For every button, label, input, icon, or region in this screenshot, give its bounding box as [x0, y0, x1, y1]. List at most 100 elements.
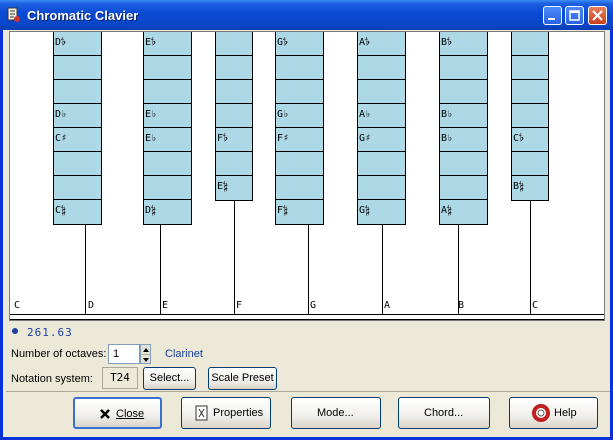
key-cell[interactable]: D𝄳	[54, 32, 101, 56]
key-cell[interactable]: G𝄳	[276, 32, 323, 56]
key-cell[interactable]: C♯	[54, 128, 101, 152]
key-cell[interactable]: D♭	[54, 104, 101, 128]
key-cell[interactable]	[54, 56, 101, 80]
key-cell[interactable]: B𝄲	[512, 176, 548, 200]
key-cell[interactable]: A𝄳	[358, 32, 405, 56]
key-cell[interactable]	[144, 152, 191, 176]
key-cell[interactable]: D𝄲	[144, 200, 191, 224]
key-cell[interactable]	[216, 56, 252, 80]
spin-down-button[interactable]	[141, 355, 150, 364]
white-key-label[interactable]: B	[458, 300, 464, 311]
maximize-button[interactable]	[565, 6, 584, 25]
key-cell[interactable]	[276, 176, 323, 200]
key-cell[interactable]: A𝄲	[440, 200, 487, 224]
key-label: A𝄲	[441, 205, 452, 216]
key-cell[interactable]: F♯	[276, 128, 323, 152]
octaves-spinner[interactable]	[140, 344, 151, 364]
help-button[interactable]: Help	[509, 397, 598, 429]
select-button[interactable]: Select...	[143, 367, 196, 390]
key-cell[interactable]	[512, 80, 548, 104]
key-cell[interactable]	[144, 176, 191, 200]
key-cell[interactable]	[440, 56, 487, 80]
maximize-icon	[569, 10, 580, 21]
key-label: B♭	[441, 133, 454, 144]
key-cell[interactable]	[440, 152, 487, 176]
key-cell[interactable]: F𝄳	[216, 128, 252, 152]
white-key-label[interactable]: F	[236, 300, 242, 311]
spin-up-button[interactable]	[141, 345, 150, 355]
key-column-f[interactable]: F𝄳 E𝄲	[215, 32, 253, 201]
key-cell[interactable]	[276, 56, 323, 80]
key-cell[interactable]	[144, 80, 191, 104]
key-cell[interactable]: G♭	[276, 104, 323, 128]
white-key-label[interactable]: D	[88, 300, 94, 311]
properties-button[interactable]: Properties	[181, 397, 271, 429]
white-key-label[interactable]: E	[162, 300, 168, 311]
key-column-g[interactable]: G𝄳 G♭ F♯ F𝄲	[275, 32, 324, 225]
close-window-button[interactable]	[588, 6, 607, 25]
key-divider-line	[85, 224, 86, 314]
minimize-button[interactable]	[543, 6, 562, 25]
key-cell[interactable]: B♭	[440, 104, 487, 128]
key-column-c2[interactable]: C𝄳 B𝄲	[511, 32, 549, 201]
close-button[interactable]: Close	[73, 397, 162, 429]
key-cell[interactable]	[216, 80, 252, 104]
key-label: B♭	[441, 109, 454, 120]
key-cell[interactable]	[276, 152, 323, 176]
key-cell[interactable]	[512, 56, 548, 80]
key-cell[interactable]	[358, 176, 405, 200]
key-cell[interactable]: B𝄳	[440, 32, 487, 56]
key-cell[interactable]	[440, 80, 487, 104]
key-cell[interactable]: E𝄲	[216, 176, 252, 200]
octaves-input[interactable]	[108, 344, 140, 364]
key-cell[interactable]: C𝄳	[512, 128, 548, 152]
key-cell[interactable]: A♭	[358, 104, 405, 128]
title-bar[interactable]: Chromatic Clavier	[0, 0, 613, 30]
key-cell[interactable]	[216, 152, 252, 176]
key-cell[interactable]: C𝄲	[54, 200, 101, 224]
chord-button[interactable]: Chord...	[398, 397, 490, 429]
key-cell[interactable]	[512, 32, 548, 56]
key-cell[interactable]	[54, 176, 101, 200]
key-label: B𝄲	[513, 181, 524, 192]
key-cell[interactable]	[440, 176, 487, 200]
white-key-label[interactable]: C	[532, 300, 538, 311]
key-cell[interactable]	[54, 152, 101, 176]
key-label: E𝄲	[217, 181, 228, 192]
key-label: F♯	[277, 133, 290, 144]
key-divider-line	[382, 224, 383, 314]
key-cell[interactable]	[512, 104, 548, 128]
arrow-up-icon	[143, 348, 149, 352]
chord-label: Chord...	[424, 407, 464, 419]
white-key-label[interactable]: C	[14, 300, 20, 311]
white-key-label[interactable]: A	[384, 300, 390, 311]
key-cell[interactable]	[512, 152, 548, 176]
mode-button[interactable]: Mode...	[291, 397, 381, 429]
key-cell[interactable]: G𝄲	[358, 200, 405, 224]
key-cell[interactable]: G♯	[358, 128, 405, 152]
scale-preset-button[interactable]: Scale Preset	[208, 367, 277, 390]
key-cell[interactable]	[276, 80, 323, 104]
key-cell[interactable]: B♭	[440, 128, 487, 152]
properties-icon	[195, 405, 208, 421]
keyboard-panel: D𝄳 D♭ C♯ C𝄲 E𝄳 E♭ E♭ D𝄲 F𝄳 E𝄲 G𝄳 G♭ F♯ F…	[9, 31, 605, 321]
key-column-e[interactable]: E𝄳 E♭ E♭ D𝄲	[143, 32, 192, 225]
key-cell[interactable]: E𝄳	[144, 32, 191, 56]
key-cell[interactable]: E♭	[144, 104, 191, 128]
white-key-label[interactable]: G	[310, 300, 316, 311]
key-cell[interactable]	[144, 56, 191, 80]
key-cell[interactable]: E♭	[144, 128, 191, 152]
key-cell[interactable]	[216, 32, 252, 56]
key-cell[interactable]	[358, 56, 405, 80]
properties-label: Properties	[213, 407, 264, 419]
key-column-b[interactable]: B𝄳 B♭ B♭ A𝄲	[439, 32, 488, 225]
key-column-a[interactable]: A𝄳 A♭ G♯ G𝄲	[357, 32, 406, 225]
key-cell[interactable]	[358, 152, 405, 176]
key-label: D♭	[55, 109, 68, 120]
key-cell[interactable]	[54, 80, 101, 104]
instrument-label[interactable]: Clarinet	[165, 348, 203, 360]
key-cell[interactable]	[358, 80, 405, 104]
key-cell[interactable]: F𝄲	[276, 200, 323, 224]
key-column-d[interactable]: D𝄳 D♭ C♯ C𝄲	[53, 32, 102, 225]
key-cell[interactable]	[216, 104, 252, 128]
